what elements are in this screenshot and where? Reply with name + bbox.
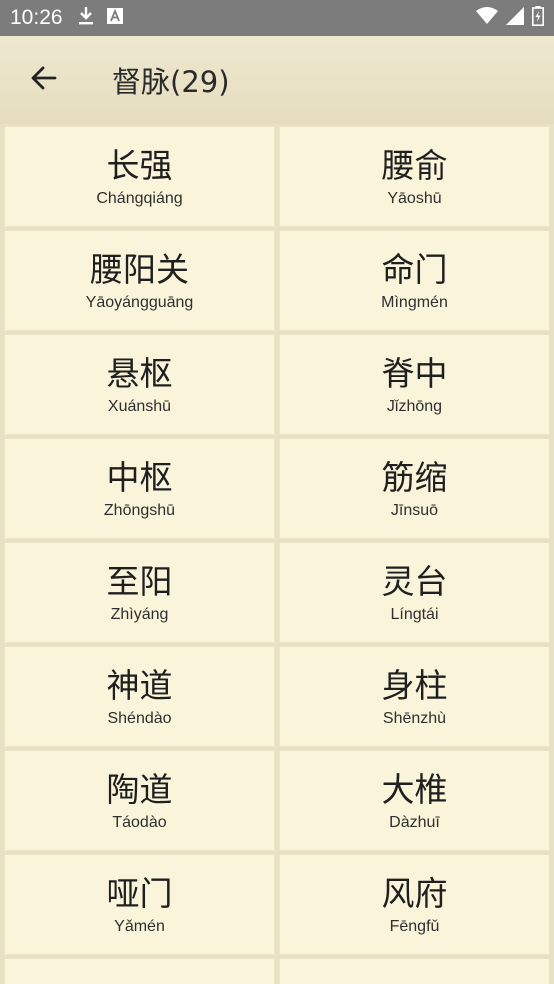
acupoint-name: 中枢 (106, 457, 173, 497)
acupoint-pinyin: Jǐzhōng (386, 397, 443, 415)
app-bar: 督脉(29) (0, 36, 554, 124)
acupoint-pinyin: Chángqiáng (96, 189, 183, 207)
acupoint-name: 神道 (106, 665, 173, 705)
acupoint-pinyin: Mìngmén (381, 293, 448, 311)
page-title: 督脉(29) (112, 65, 230, 99)
acupoint-cell[interactable]: 脊中 Jǐzhōng (279, 334, 550, 435)
acupoint-name: 悬枢 (106, 353, 173, 393)
acupoint-name: 至阳 (106, 561, 173, 601)
acupoint-cell[interactable]: 中枢 Zhōngshū (4, 438, 275, 539)
acupoint-pinyin: Shēnzhù (382, 709, 447, 727)
status-time: 10:26 (10, 6, 63, 29)
acupoint-cell[interactable]: 命门 Mìngmén (279, 230, 550, 331)
acupoint-pinyin: Língtái (390, 605, 439, 623)
acupoint-name: 筋缩 (381, 457, 448, 497)
acupoint-pinyin: Yǎmén (114, 917, 165, 935)
acupoint-name: 脊中 (381, 353, 448, 393)
acupoint-name: 命门 (381, 249, 448, 289)
acupoint-name: 腰阳关 (90, 249, 189, 289)
acupoint-pinyin: Yāoshū (387, 189, 442, 207)
acupoint-name: 陶道 (106, 769, 173, 809)
acupoint-cell[interactable]: 风府 Fēngfǔ (279, 854, 550, 955)
acupoint-name: 腰俞 (381, 145, 448, 185)
text-a-icon (106, 8, 123, 28)
acupoint-name: 风府 (381, 873, 448, 913)
acupoint-name: 大椎 (381, 769, 448, 809)
acupoint-pinyin: Shéndào (107, 709, 172, 727)
acupoint-name: 哑门 (106, 873, 173, 913)
acupoint-name: 长强 (106, 145, 173, 185)
acupoint-pinyin: Xuánshū (107, 397, 172, 415)
wifi-icon (476, 7, 498, 29)
acupoint-cell[interactable]: 筋缩 Jīnsuō (279, 438, 550, 539)
acupoint-cell[interactable]: 神道 Shéndào (4, 646, 275, 747)
acupoint-pinyin: Zhōngshū (103, 501, 176, 519)
acupoint-cell[interactable]: 至阳 Zhìyáng (4, 542, 275, 643)
signal-icon (506, 7, 524, 29)
acupoint-pinyin: Yāoyángguāng (85, 293, 194, 311)
acupoint-pinyin: Jīnsuō (390, 501, 439, 519)
back-button[interactable] (20, 56, 68, 104)
arrow-left-icon (31, 66, 57, 94)
acupoint-cell[interactable]: 长强 Chángqiáng (4, 126, 275, 227)
acupoint-cell[interactable]: 悬枢 Xuánshū (4, 334, 275, 435)
acupoint-pinyin: Zhìyáng (110, 605, 169, 623)
acupoint-cell[interactable]: 哑门 Yǎmén (4, 854, 275, 955)
acupoint-grid: 长强 Chángqiáng 腰俞 Yāoshū 腰阳关 Yāoyángguāng… (4, 126, 552, 984)
acupoint-cell[interactable]: 腰阳关 Yāoyángguāng (4, 230, 275, 331)
acupoint-name: 灵台 (381, 561, 448, 601)
acupoint-pinyin: Fēngfǔ (389, 917, 440, 935)
acupoint-cell[interactable]: 陶道 Táodào (4, 750, 275, 851)
acupoint-name: 身柱 (381, 665, 448, 705)
acupoint-cell[interactable]: 腰俞 Yāoshū (279, 126, 550, 227)
status-bar: 10:26 (0, 0, 554, 36)
acupoint-pinyin: Dàzhuī (389, 813, 440, 831)
download-icon (77, 6, 95, 30)
acupoint-cell[interactable]: 身柱 Shēnzhù (279, 646, 550, 747)
acupoint-cell[interactable]: 大椎 Dàzhuī (279, 750, 550, 851)
acupoint-cell[interactable]: 灵台 Língtái (279, 542, 550, 643)
acupoint-cell-partial[interactable] (4, 958, 275, 984)
acupoint-cell-partial[interactable] (279, 958, 550, 984)
battery-icon (532, 6, 544, 30)
acupoint-pinyin: Táodào (112, 813, 167, 831)
